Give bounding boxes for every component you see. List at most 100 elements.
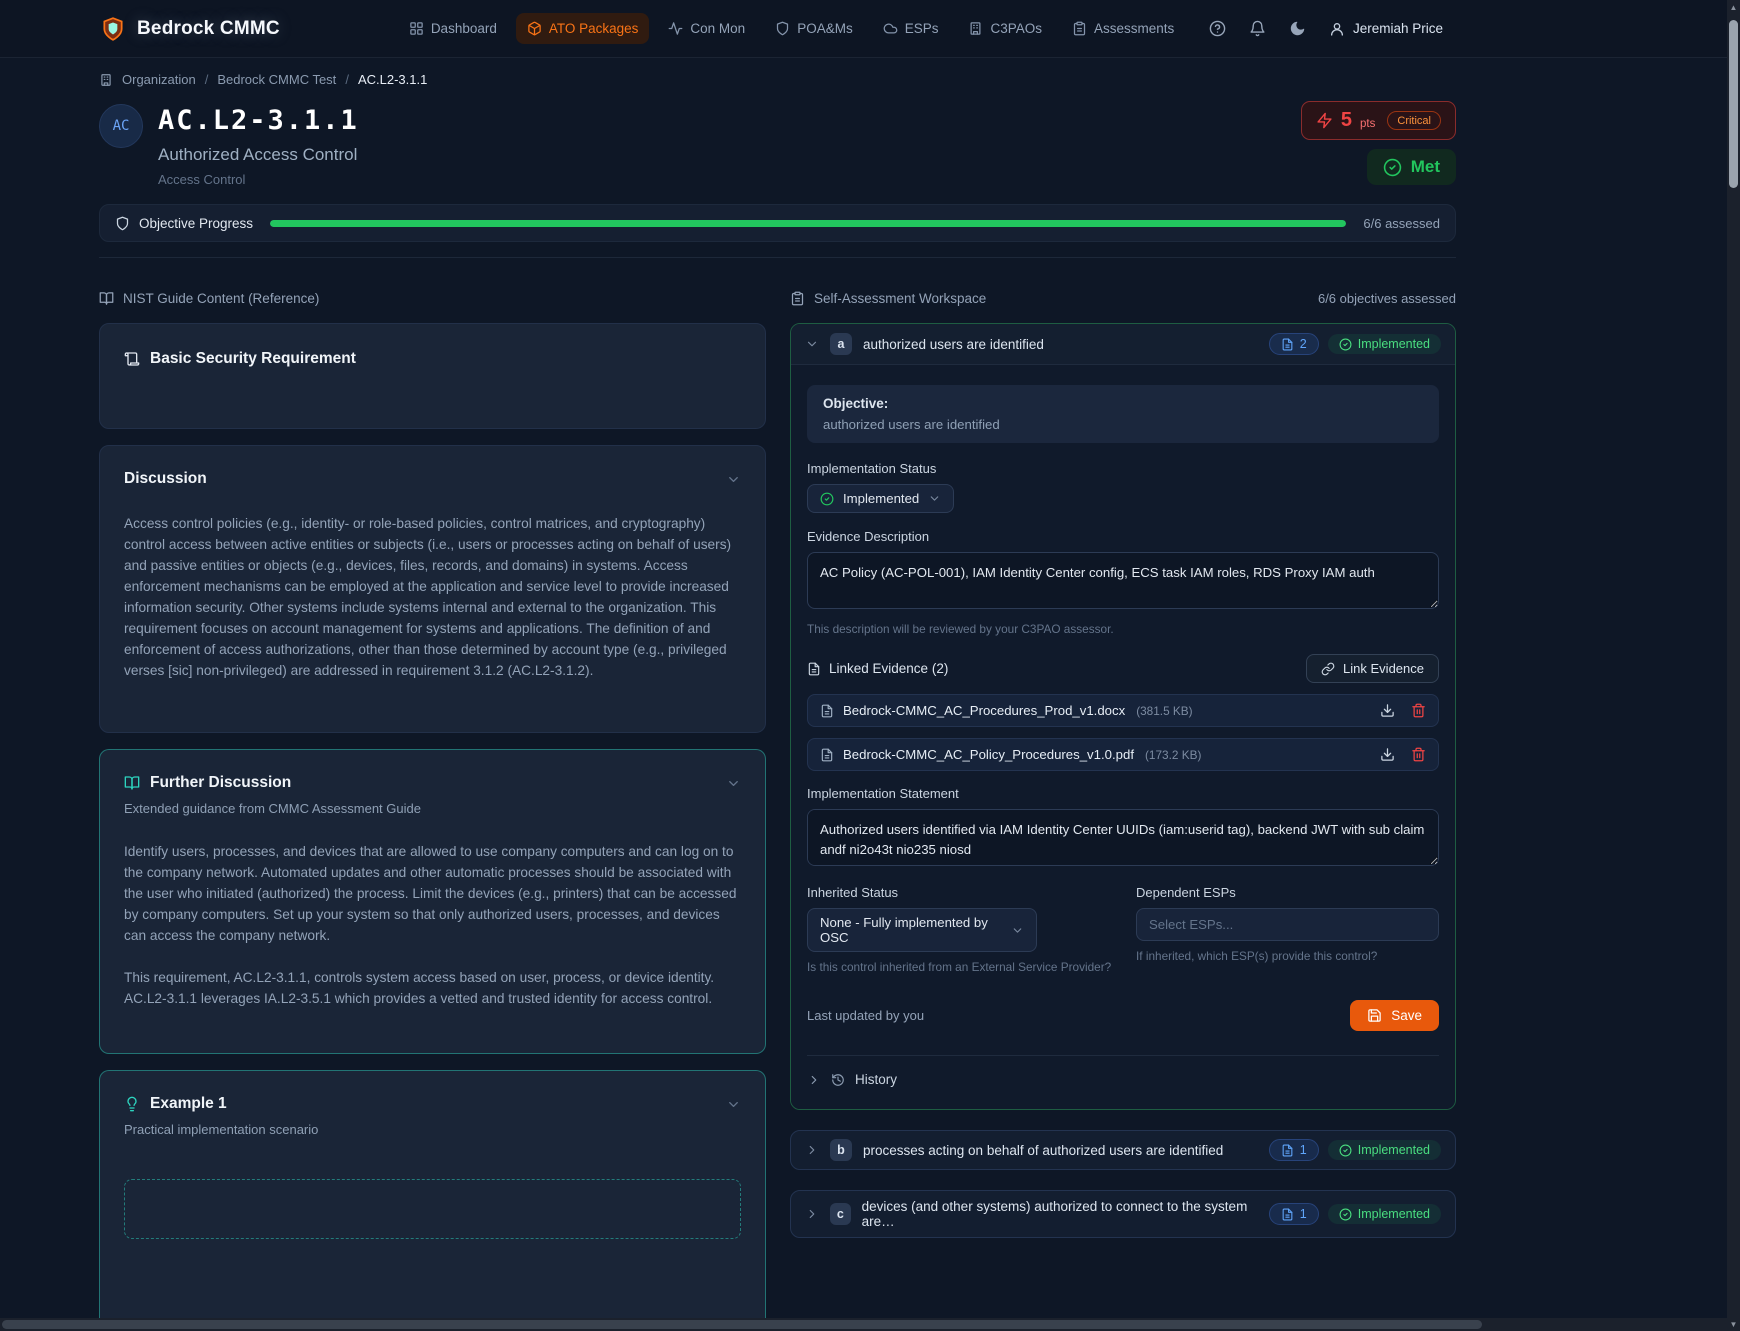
objective-a-header[interactable]: a authorized users are identified 2 Impl…: [791, 324, 1455, 365]
inherited-helper-text: Is this control inherited from an Extern…: [807, 960, 1112, 974]
scroll-down-arrow[interactable]: ▼: [1727, 1317, 1740, 1331]
brand-name: Bedrock CMMC: [137, 18, 280, 40]
evidence-description-label: Evidence Description: [807, 529, 1439, 544]
brand[interactable]: Bedrock CMMC: [100, 16, 280, 42]
lightbulb-icon: [124, 1096, 140, 1112]
scroll-up-arrow[interactable]: ▲: [1727, 0, 1740, 14]
workspace-section-header: Self-Assessment Workspace 6/6 objectives…: [790, 289, 1456, 307]
implementation-statement-textarea[interactable]: Authorized users identified via IAM Iden…: [807, 809, 1439, 866]
nav-item-esps[interactable]: ESPs: [872, 13, 950, 44]
evidence-file-row: Bedrock-CMMC_AC_Policy_Procedures_v1.0.p…: [807, 738, 1439, 771]
implemented-badge: Implemented: [1328, 1140, 1441, 1160]
evidence-count-badge: 2: [1269, 333, 1319, 355]
check-circle-icon: [1339, 338, 1352, 351]
further-discussion-header[interactable]: Further Discussion: [124, 774, 741, 792]
evidence-count-badge: 1: [1269, 1203, 1319, 1225]
implementation-status-select[interactable]: Implemented: [807, 484, 954, 513]
implementation-status-label: Implementation Status: [807, 461, 1439, 476]
nav-actions: Jeremiah Price: [1209, 20, 1740, 37]
horizontal-scrollbar-thumb[interactable]: [2, 1320, 1482, 1329]
chevron-down-icon: [726, 472, 741, 487]
nav-item-c3paos[interactable]: C3PAOs: [957, 13, 1053, 44]
breadcrumb-separator: /: [345, 72, 349, 87]
scroll-icon: [124, 351, 140, 367]
help-icon[interactable]: [1209, 20, 1226, 37]
example-header[interactable]: Example 1: [124, 1095, 741, 1113]
history-clock-icon: [831, 1073, 845, 1087]
evidence-description-textarea[interactable]: AC Policy (AC-POL-001), IAM Identity Cen…: [807, 552, 1439, 609]
progress-value: 6/6 assessed: [1363, 216, 1440, 231]
delete-trash-icon[interactable]: [1411, 747, 1426, 762]
dependent-esps-input[interactable]: [1137, 909, 1438, 940]
nav-item-poams[interactable]: POA&Ms: [764, 13, 864, 44]
evidence-helper-text: This description will be reviewed by you…: [807, 622, 1439, 636]
inherited-status-select[interactable]: None - Fully implemented by OSC: [807, 908, 1037, 952]
cloud-icon: [883, 21, 898, 36]
history-toggle[interactable]: History: [807, 1055, 1439, 1087]
dark-mode-moon-icon[interactable]: [1289, 20, 1306, 37]
link-evidence-button[interactable]: Link Evidence: [1306, 654, 1439, 683]
breadcrumb-package[interactable]: Bedrock CMMC Test: [217, 72, 336, 87]
control-name: Authorized Access Control: [158, 145, 359, 165]
nav-item-ato-packages[interactable]: ATO Packages: [516, 13, 650, 44]
save-button[interactable]: Save: [1350, 1000, 1439, 1031]
discussion-body: Access control policies (e.g., identity-…: [124, 514, 741, 682]
user-name: Jeremiah Price: [1353, 21, 1443, 36]
user-icon: [1329, 21, 1345, 37]
shield-icon: [775, 21, 790, 36]
breadcrumb: Organization / Bedrock CMMC Test / AC.L2…: [99, 72, 1456, 87]
nav-item-assessments[interactable]: Assessments: [1061, 13, 1185, 44]
user-menu[interactable]: Jeremiah Price: [1329, 21, 1443, 37]
objective-title: devices (and other systems) authorized t…: [862, 1199, 1258, 1229]
further-discussion-paragraph: Identify users, processes, and devices t…: [124, 842, 741, 947]
vertical-scrollbar[interactable]: ▲ ▼: [1727, 0, 1740, 1331]
basic-security-requirement-card: Basic Security Requirement: [99, 323, 766, 429]
file-name[interactable]: Bedrock-CMMC_AC_Policy_Procedures_v1.0.p…: [843, 747, 1134, 762]
clipboard-icon: [1072, 21, 1087, 36]
check-circle-icon: [1339, 1144, 1352, 1157]
discussion-card: Discussion Access control policies (e.g.…: [99, 445, 766, 733]
control-header: AC AC.L2-3.1.1 Authorized Access Control…: [99, 101, 1456, 187]
chevron-right-icon: [805, 1143, 819, 1157]
severity-badge: Critical: [1387, 111, 1441, 130]
nav-item-dashboard[interactable]: Dashboard: [398, 13, 508, 44]
inherited-status-label: Inherited Status: [807, 885, 1112, 900]
objective-b-header[interactable]: b processes acting on behalf of authoriz…: [790, 1130, 1456, 1170]
check-circle-icon: [1383, 158, 1402, 177]
breadcrumb-organization[interactable]: Organization: [122, 72, 196, 87]
notifications-bell-icon[interactable]: [1249, 20, 1266, 37]
objective-summary-box: Objective: authorized users are identifi…: [807, 385, 1439, 443]
objective-c-header[interactable]: c devices (and other systems) authorized…: [790, 1190, 1456, 1238]
download-icon[interactable]: [1380, 747, 1395, 762]
app-page: Bedrock CMMC Dashboard ATO Packages Con …: [0, 0, 1740, 1331]
book-open-icon: [124, 775, 140, 791]
breadcrumb-current: AC.L2-3.1.1: [358, 72, 427, 87]
breadcrumb-separator: /: [205, 72, 209, 87]
main-nav: Dashboard ATO Packages Con Mon POA&Ms ES…: [398, 13, 1185, 44]
progress-bar: [270, 220, 1346, 227]
building-icon: [968, 21, 983, 36]
further-discussion-paragraph: This requirement, AC.L2-3.1.1, controls …: [124, 968, 741, 1010]
delete-trash-icon[interactable]: [1411, 703, 1426, 718]
esp-helper-text: If inherited, which ESP(s) provide this …: [1136, 949, 1439, 963]
horizontal-scrollbar[interactable]: [0, 1318, 1727, 1331]
file-icon: [820, 704, 834, 718]
dashboard-grid-icon: [409, 21, 424, 36]
status-badge: Met: [1367, 149, 1456, 185]
chevron-down-icon: [726, 776, 741, 791]
vertical-scrollbar-thumb[interactable]: [1729, 20, 1738, 188]
nav-item-con-mon[interactable]: Con Mon: [657, 13, 756, 44]
file-icon: [807, 662, 821, 676]
discussion-header[interactable]: Discussion: [124, 470, 741, 488]
file-icon: [1281, 1144, 1294, 1157]
linked-evidence-label: Linked Evidence (2): [807, 661, 948, 676]
brand-shield-logo-icon: [100, 16, 126, 42]
further-discussion-subtitle: Extended guidance from CMMC Assessment G…: [124, 801, 741, 816]
download-icon[interactable]: [1380, 703, 1395, 718]
file-name[interactable]: Bedrock-CMMC_AC_Procedures_Prod_v1.docx: [843, 703, 1125, 718]
progress-label: Objective Progress: [139, 216, 253, 231]
objective-letter-badge: a: [830, 333, 852, 355]
check-circle-icon: [1339, 1208, 1352, 1221]
objective-letter-badge: b: [830, 1139, 852, 1161]
objective-progress-card: Objective Progress 6/6 assessed: [99, 204, 1456, 242]
